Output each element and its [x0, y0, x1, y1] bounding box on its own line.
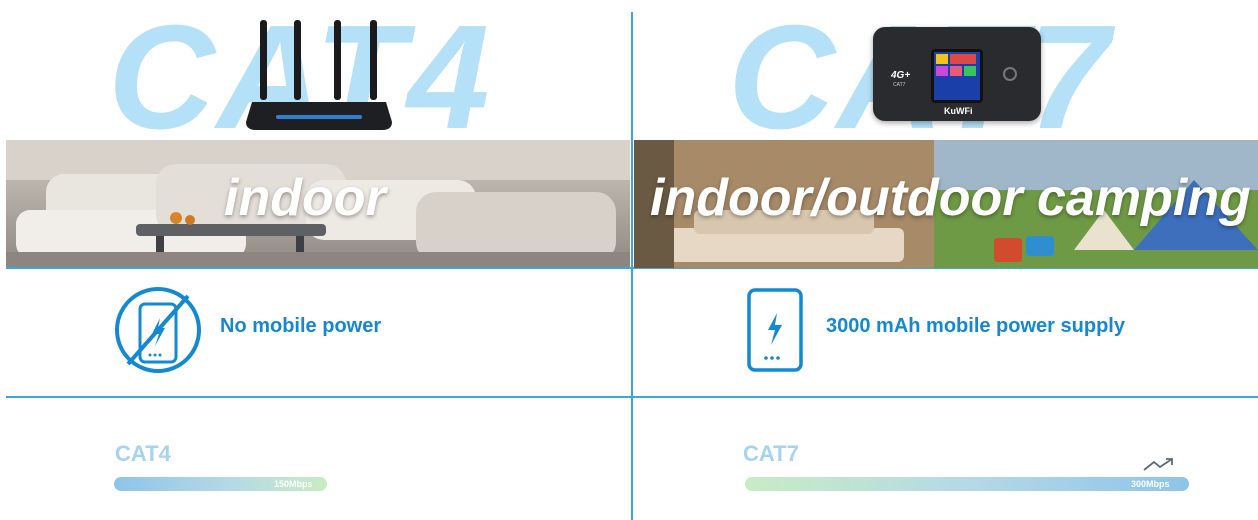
mifi-device-image: 4G+ CAT7 KuWFi	[873, 27, 1041, 121]
no-power-text: No mobile power	[220, 315, 382, 337]
router-image	[246, 20, 392, 130]
cat4-speed-label: CAT4	[115, 441, 171, 466]
indoor-label: indoor	[224, 169, 386, 227]
mobile-power-text: 3000 mAh mobile power supply	[826, 315, 1125, 337]
trend-up-icon	[1143, 458, 1173, 471]
no-power-icon	[115, 287, 201, 373]
device-brand: KuWFi	[944, 106, 973, 116]
cat4-speed-value: 150Mbps	[274, 479, 313, 489]
power-button-icon	[1003, 67, 1017, 81]
row-divider-bottom	[6, 396, 1258, 398]
device-screen	[931, 49, 983, 103]
device-badge: 4G+	[891, 70, 911, 81]
cat7-speed-label: CAT7	[743, 441, 799, 466]
cat7-speed-value: 300Mbps	[1131, 479, 1170, 489]
device-badge-sub: CAT7	[893, 82, 906, 88]
mobile-power-icon	[747, 288, 803, 372]
outdoor-label: indoor/outdoor camping	[650, 169, 1251, 227]
cat7-speed-bar	[745, 477, 1189, 491]
center-divider	[631, 12, 633, 520]
